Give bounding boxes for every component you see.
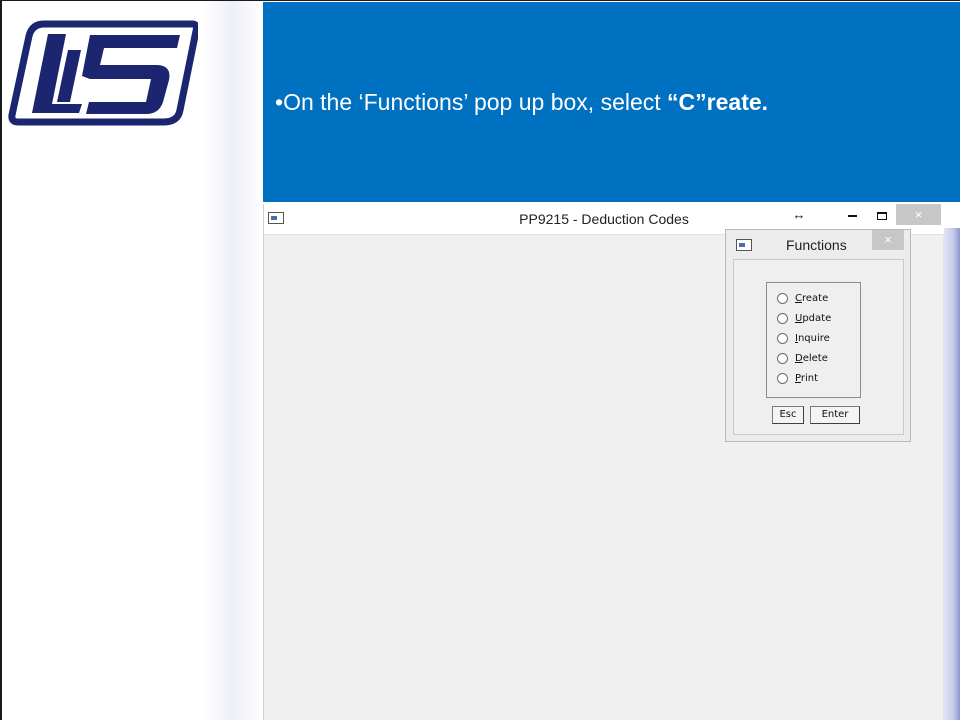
- maximize-icon: [877, 211, 887, 220]
- minimize-button[interactable]: [840, 204, 864, 225]
- instruction-banner: •On the ‘Functions’ pop up box, select “…: [263, 2, 960, 202]
- radio-label-create: Create: [795, 292, 829, 304]
- dialog-icon[interactable]: [736, 239, 752, 251]
- maximize-button[interactable]: [870, 204, 894, 225]
- radio-label-delete: Delete: [795, 352, 828, 364]
- resize-icon[interactable]: ↔: [785, 204, 813, 225]
- dialog-body: Create Update Inquire Delete Print Esc E…: [733, 259, 904, 435]
- radio-circle[interactable]: [777, 372, 788, 384]
- radio-circle[interactable]: [777, 292, 788, 304]
- radio-create[interactable]: Create: [777, 290, 828, 306]
- dialog-title: Functions: [786, 237, 847, 253]
- radio-print[interactable]: Print: [777, 370, 818, 386]
- radio-circle[interactable]: [777, 332, 788, 344]
- radio-circle[interactable]: [777, 312, 788, 324]
- enter-button[interactable]: Enter: [810, 406, 860, 424]
- instruction-emphasis: “C”reate.: [667, 89, 769, 115]
- functions-dialog: Functions × Create Update Inquire Delete…: [725, 229, 911, 442]
- organization-logo: [8, 20, 198, 126]
- dialog-close-button[interactable]: ×: [872, 230, 904, 250]
- decorative-stripe: [943, 228, 960, 720]
- radio-inquire[interactable]: Inquire: [777, 330, 830, 346]
- esc-button[interactable]: Esc: [772, 406, 804, 424]
- close-button[interactable]: ×: [896, 204, 941, 225]
- radio-circle[interactable]: [777, 352, 788, 364]
- instruction-text: •On the ‘Functions’ pop up box, select “…: [275, 89, 768, 116]
- bullet: •: [275, 89, 284, 115]
- radio-label-update: Update: [795, 312, 832, 324]
- function-radio-group: Create Update Inquire Delete Print: [766, 282, 861, 398]
- radio-label-print: Print: [795, 372, 819, 384]
- radio-update[interactable]: Update: [777, 310, 831, 326]
- radio-delete[interactable]: Delete: [777, 350, 828, 366]
- radio-label-inquire: Inquire: [795, 332, 830, 344]
- instruction-prefix: On the ‘Functions’ pop up box, select: [283, 89, 668, 115]
- minimize-icon: [847, 214, 857, 217]
